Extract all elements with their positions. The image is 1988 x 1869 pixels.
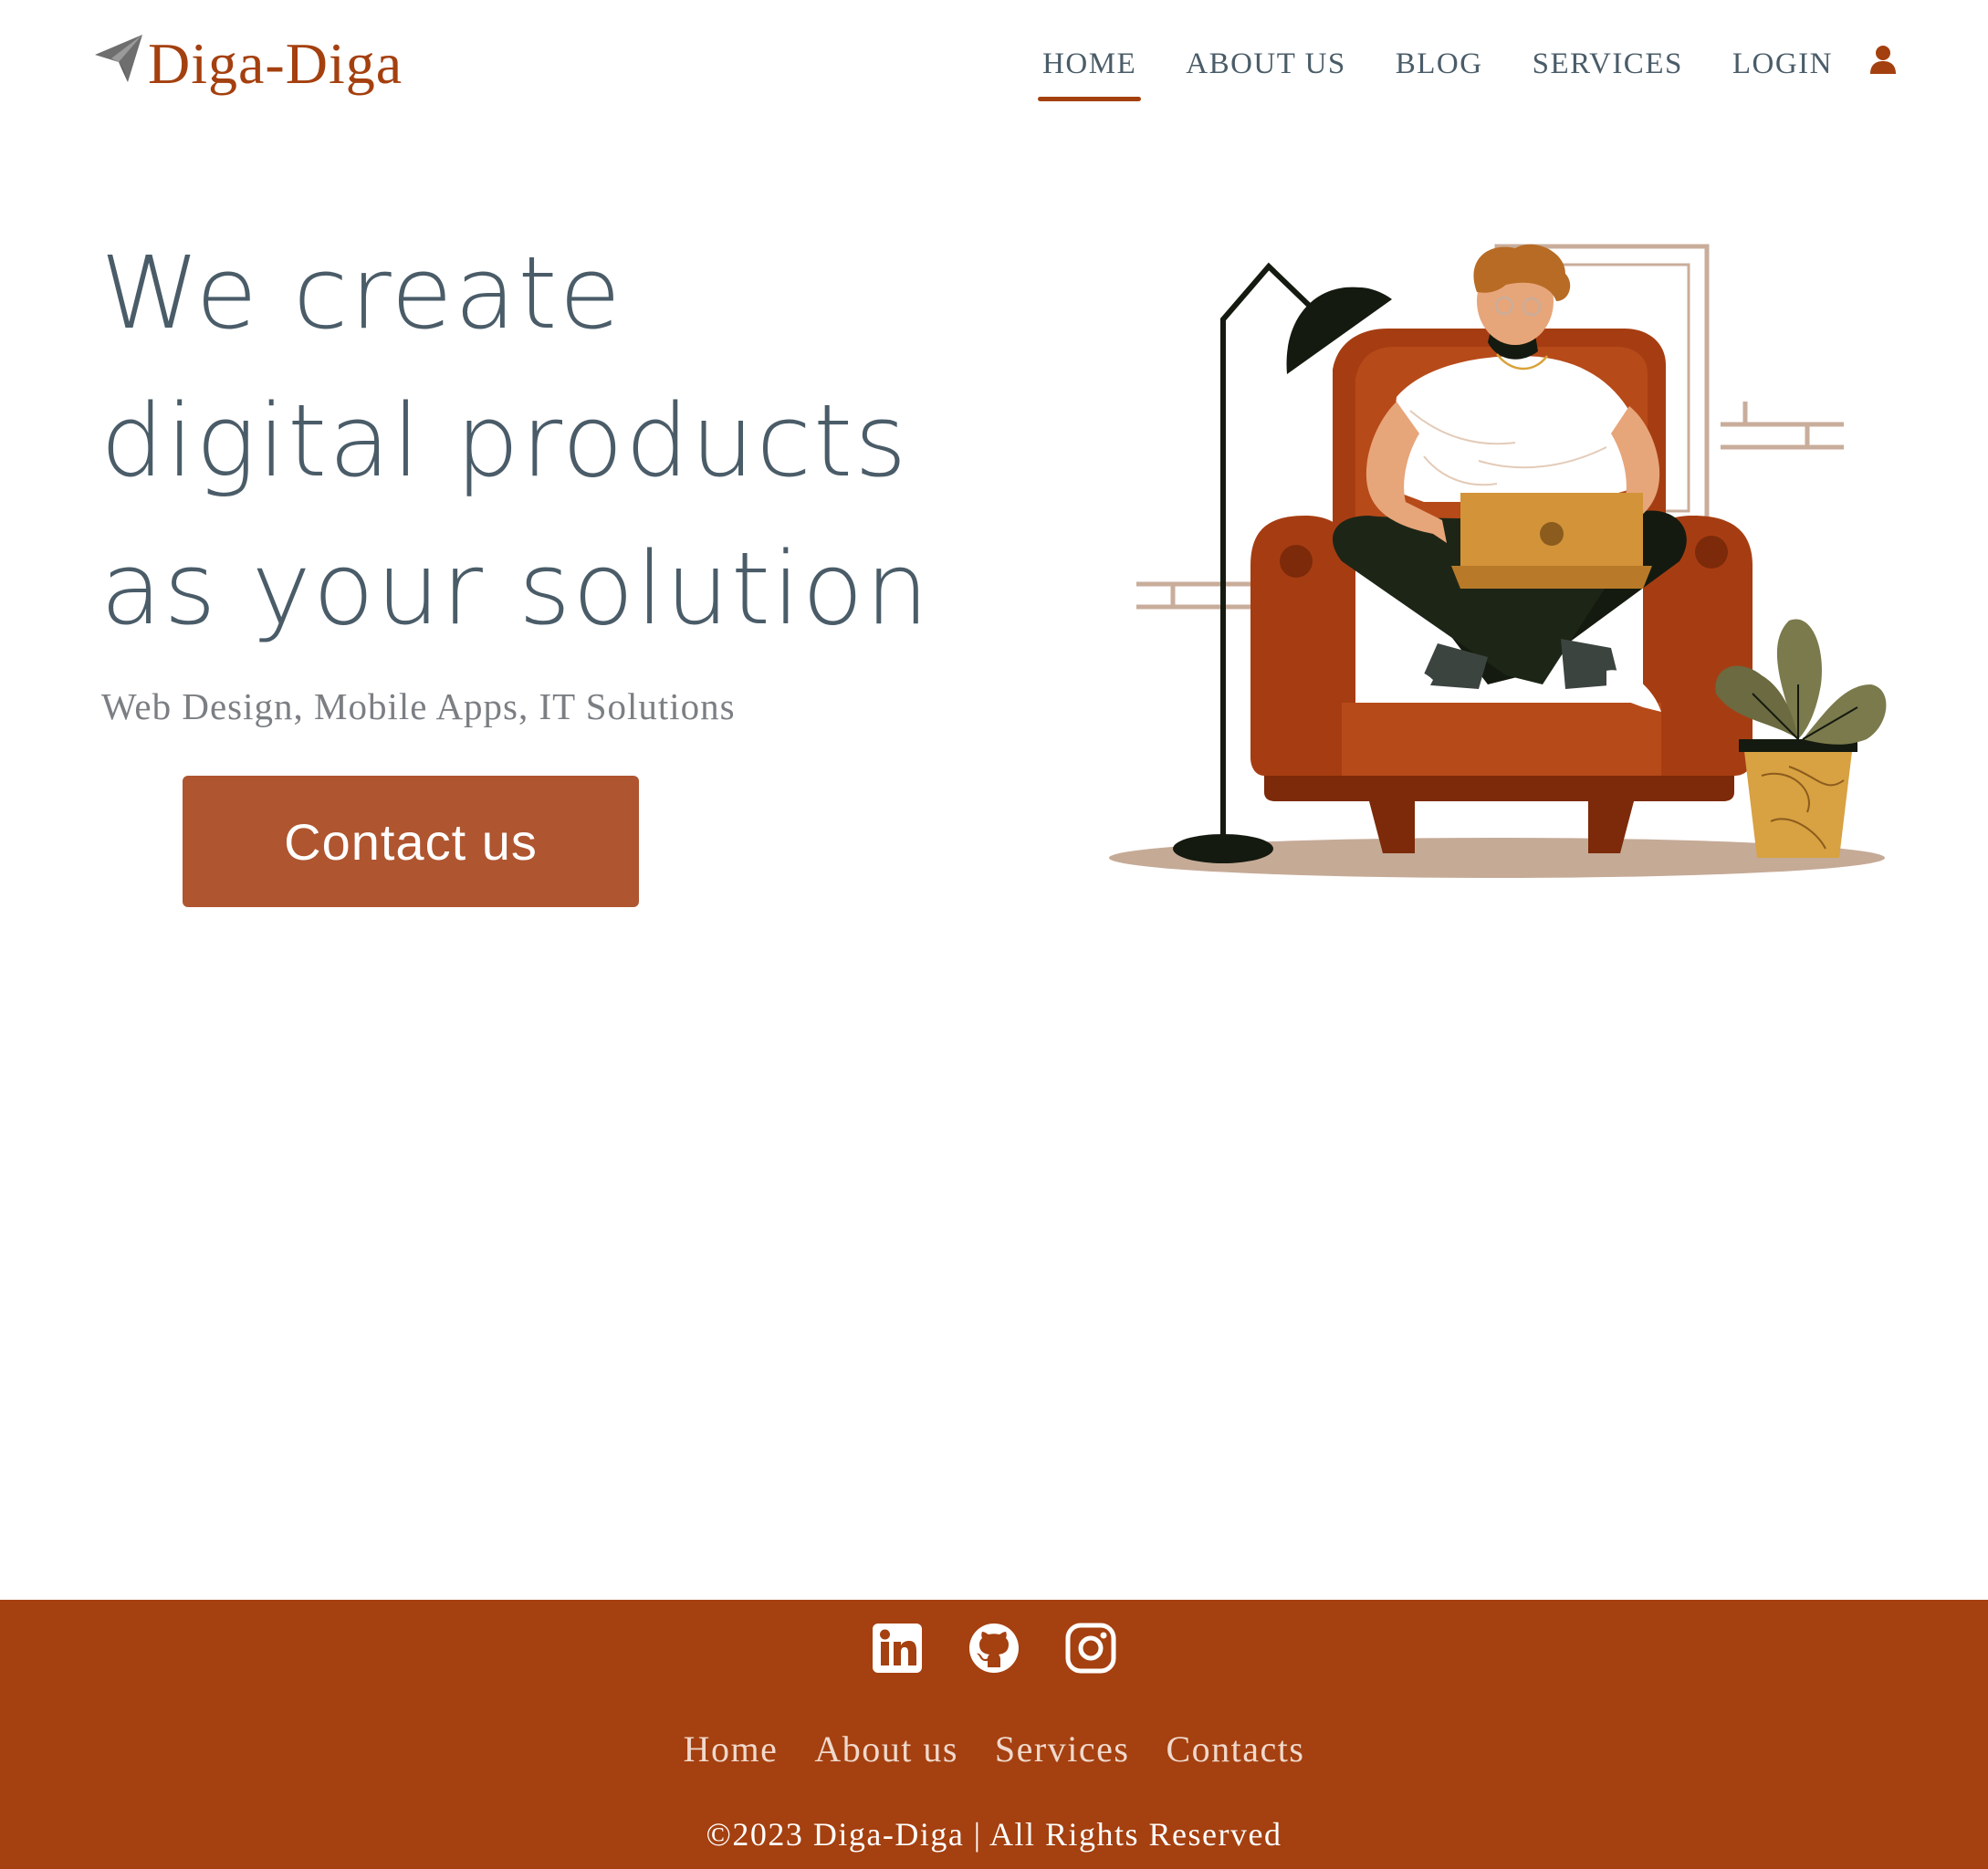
footer-link-about-us[interactable]: About us (814, 1728, 958, 1770)
man-with-laptop-in-armchair-illustration (1109, 244, 1887, 878)
footer-link-contacts[interactable]: Contacts (1166, 1728, 1304, 1770)
github-icon[interactable] (968, 1622, 1020, 1675)
hero-title: We create digital products as your solut… (100, 219, 968, 663)
paper-plane-icon (95, 35, 142, 82)
nav-home[interactable]: HOME (1038, 47, 1142, 101)
instagram-icon[interactable] (1064, 1622, 1117, 1675)
footer-links: Home About us Services Contacts (0, 1728, 1988, 1770)
copyright-text: ©2023 Diga-Diga | All Rights Reserved (706, 1816, 1282, 1853)
site-footer: Home About us Services Contacts ©2023 Di… (0, 1600, 1988, 1869)
nav-about-us[interactable]: ABOUT US (1186, 47, 1346, 81)
footer-link-home[interactable]: Home (684, 1728, 779, 1770)
hero-title-line: digital products (100, 382, 909, 499)
hero-subtitle: Web Design, Mobile Apps, IT Solutions (101, 685, 736, 727)
brand-name: Diga-Diga (148, 31, 403, 96)
main-nav: HOME ABOUT US BLOG SERVICES LOGIN (1038, 37, 1897, 101)
hero-title-line: as your solution (100, 530, 931, 647)
contact-us-button[interactable]: Contact us (183, 776, 639, 907)
hero-title-line: We create (100, 235, 623, 351)
nav-blog[interactable]: BLOG (1396, 47, 1483, 81)
nav-login[interactable]: LOGIN (1732, 47, 1833, 81)
footer-link-services[interactable]: Services (995, 1728, 1130, 1770)
user-icon[interactable] (1869, 45, 1897, 74)
brand-logo[interactable]: Diga-Diga (91, 27, 403, 100)
site-header: Diga-Diga HOME ABOUT US BLOG SERVICES LO… (0, 0, 1988, 146)
linkedin-icon[interactable] (871, 1622, 924, 1675)
nav-services[interactable]: SERVICES (1533, 47, 1683, 81)
social-links (0, 1622, 1988, 1675)
